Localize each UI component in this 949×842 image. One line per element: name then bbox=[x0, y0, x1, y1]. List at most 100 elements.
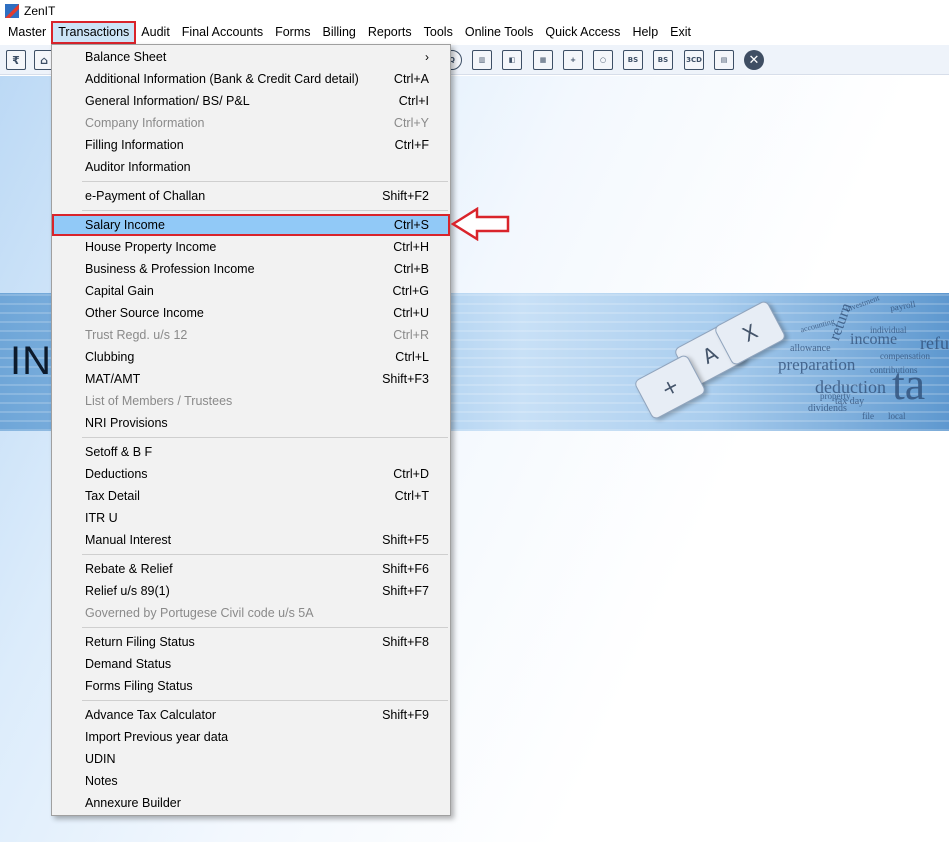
rupee-book-button[interactable]: ₹ bbox=[4, 48, 28, 72]
rupee-book-icon: ₹ bbox=[6, 50, 26, 70]
menu-item-notes[interactable]: Notes bbox=[52, 770, 450, 792]
menu-item-clubbing[interactable]: Clubbing Ctrl+L bbox=[52, 346, 450, 368]
menu-online-tools[interactable]: Online Tools bbox=[459, 22, 540, 43]
menu-item-salary-income[interactable]: Salary Income Ctrl+S bbox=[52, 214, 450, 236]
menu-reports[interactable]: Reports bbox=[362, 22, 418, 43]
menu-item-advance-tax-calculator[interactable]: Advance Tax Calculator Shift+F9 bbox=[52, 704, 450, 726]
banner-word: dividends bbox=[808, 403, 847, 414]
menu-item-business-profession-income[interactable]: Business & Profession Income Ctrl+B bbox=[52, 258, 450, 280]
menu-item-mat-amt[interactable]: MAT/AMT Shift+F3 bbox=[52, 368, 450, 390]
bs-sch-icon: BS bbox=[653, 50, 673, 70]
search-document-icon: ○ bbox=[593, 50, 613, 70]
menu-item-auditor-information[interactable]: Auditor Information bbox=[52, 156, 450, 178]
menu-item-list-of-members-trustees: List of Members / Trustees bbox=[52, 390, 450, 412]
menu-item-other-source-income[interactable]: Other Source Income Ctrl+U bbox=[52, 302, 450, 324]
menu-item-demand-status[interactable]: Demand Status bbox=[52, 653, 450, 675]
menu-help[interactable]: Help bbox=[626, 22, 664, 43]
menu-item-label: UDIN bbox=[85, 752, 116, 766]
menu-transactions[interactable]: Transactions bbox=[51, 21, 137, 44]
bar-chart-button[interactable]: ▥ bbox=[470, 48, 494, 72]
menu-separator bbox=[52, 624, 450, 631]
bs-sch-button[interactable]: BS bbox=[651, 48, 675, 72]
close-icon: ✕ bbox=[744, 50, 764, 70]
menu-item-label: ITR U bbox=[85, 511, 118, 525]
menu-item-label: Clubbing bbox=[85, 350, 135, 364]
menu-item-shortcut: Ctrl+Y bbox=[393, 116, 429, 130]
menu-item-capital-gain[interactable]: Capital Gain Ctrl+G bbox=[52, 280, 450, 302]
menu-item-label: Tax Detail bbox=[85, 489, 140, 503]
add-document-button[interactable]: + bbox=[561, 48, 585, 72]
submenu-arrow-icon: › bbox=[425, 50, 429, 64]
menu-item-setoff-b-f[interactable]: Setoff & B F bbox=[52, 441, 450, 463]
menu-item-import-previous-year-data[interactable]: Import Previous year data bbox=[52, 726, 450, 748]
menu-item-label: Salary Income bbox=[85, 218, 165, 232]
menu-tools[interactable]: Tools bbox=[418, 22, 459, 43]
banner-word: ta bbox=[892, 358, 926, 409]
menu-item-relief-u-s-89-1[interactable]: Relief u/s 89(1) Shift+F7 bbox=[52, 580, 450, 602]
menu-item-shortcut: Ctrl+I bbox=[398, 94, 429, 108]
menu-item-tax-detail[interactable]: Tax Detail Ctrl+T bbox=[52, 485, 450, 507]
banner-word: allowance bbox=[790, 343, 831, 354]
menu-item-itr-u[interactable]: ITR U bbox=[52, 507, 450, 529]
menu-item-label: Manual Interest bbox=[85, 533, 172, 547]
report-button[interactable]: ▤ bbox=[712, 48, 736, 72]
bs-button[interactable]: BS bbox=[621, 48, 645, 72]
menu-master[interactable]: Master bbox=[2, 22, 52, 43]
menu-item-rebate-relief[interactable]: Rebate & Relief Shift+F6 bbox=[52, 558, 450, 580]
menu-item-deductions[interactable]: Deductions Ctrl+D bbox=[52, 463, 450, 485]
menu-item-label: NRI Provisions bbox=[85, 416, 168, 430]
menu-item-nri-provisions[interactable]: NRI Provisions bbox=[52, 412, 450, 434]
menu-item-balance-sheet[interactable]: Balance Sheet › bbox=[52, 46, 450, 68]
menu-item-filling-information[interactable]: Filling Information Ctrl+F bbox=[52, 134, 450, 156]
add-document-icon: + bbox=[563, 50, 583, 70]
menu-item-return-filing-status[interactable]: Return Filing Status Shift+F8 bbox=[52, 631, 450, 653]
menu-item-shortcut: Ctrl+B bbox=[393, 262, 429, 276]
menu-item-label: Filling Information bbox=[85, 138, 184, 152]
menu-audit[interactable]: Audit bbox=[135, 22, 176, 43]
user-document-button[interactable]: ◧ bbox=[500, 48, 524, 72]
menu-item-label: Return Filing Status bbox=[85, 635, 195, 649]
menu-separator bbox=[52, 178, 450, 185]
menu-item-e-payment-of-challan[interactable]: e-Payment of Challan Shift+F2 bbox=[52, 185, 450, 207]
menu-item-label: General Information/ BS/ P&L bbox=[85, 94, 250, 108]
menu-item-annexure-builder[interactable]: Annexure Builder bbox=[52, 792, 450, 814]
menu-exit[interactable]: Exit bbox=[664, 22, 697, 43]
menu-item-label: Balance Sheet bbox=[85, 50, 167, 64]
3cd-button[interactable]: 3CD bbox=[682, 48, 706, 72]
menu-quick-access[interactable]: Quick Access bbox=[539, 22, 626, 43]
search-document-button[interactable]: ○ bbox=[591, 48, 615, 72]
menu-item-label: Deductions bbox=[85, 467, 148, 481]
menu-item-shortcut: Ctrl+H bbox=[393, 240, 429, 254]
menu-item-label: MAT/AMT bbox=[85, 372, 141, 386]
banner-word: individual bbox=[870, 325, 907, 335]
menu-item-shortcut: Ctrl+G bbox=[392, 284, 429, 298]
3cd-icon: 3CD bbox=[684, 50, 704, 70]
menu-separator bbox=[52, 207, 450, 214]
menu-item-udin[interactable]: UDIN bbox=[52, 748, 450, 770]
menu-item-shortcut: Ctrl+S bbox=[393, 218, 429, 232]
menu-item-general-information-bs-p-l[interactable]: General Information/ BS/ P&L Ctrl+I bbox=[52, 90, 450, 112]
menu-item-label: Notes bbox=[85, 774, 118, 788]
menu-item-house-property-income[interactable]: House Property Income Ctrl+H bbox=[52, 236, 450, 258]
close-button[interactable]: ✕ bbox=[742, 48, 766, 72]
menu-item-label: Forms Filing Status bbox=[85, 679, 193, 693]
calendar-icon: ▦ bbox=[533, 50, 553, 70]
menu-billing[interactable]: Billing bbox=[317, 22, 362, 43]
menu-item-shortcut: Ctrl+T bbox=[394, 489, 429, 503]
menu-item-manual-interest[interactable]: Manual Interest Shift+F5 bbox=[52, 529, 450, 551]
menu-item-label: Other Source Income bbox=[85, 306, 204, 320]
user-document-icon: ◧ bbox=[502, 50, 522, 70]
menu-forms[interactable]: Forms bbox=[269, 22, 316, 43]
menu-item-label: Import Previous year data bbox=[85, 730, 229, 744]
menu-item-shortcut: Ctrl+D bbox=[393, 467, 429, 481]
menu-item-label: Annexure Builder bbox=[85, 796, 181, 810]
menu-item-label: Auditor Information bbox=[85, 160, 191, 174]
menu-item-additional-information-bank-credit-card-detail[interactable]: Additional Information (Bank & Credit Ca… bbox=[52, 68, 450, 90]
menu-item-label: Setoff & B F bbox=[85, 445, 153, 459]
menu-item-forms-filing-status[interactable]: Forms Filing Status bbox=[52, 675, 450, 697]
menu-item-label: House Property Income bbox=[85, 240, 217, 254]
title-bar: ZenIT bbox=[0, 0, 949, 22]
calendar-button[interactable]: ▦ bbox=[531, 48, 555, 72]
bar-chart-icon: ▥ bbox=[472, 50, 492, 70]
menu-final-accounts[interactable]: Final Accounts bbox=[176, 22, 269, 43]
